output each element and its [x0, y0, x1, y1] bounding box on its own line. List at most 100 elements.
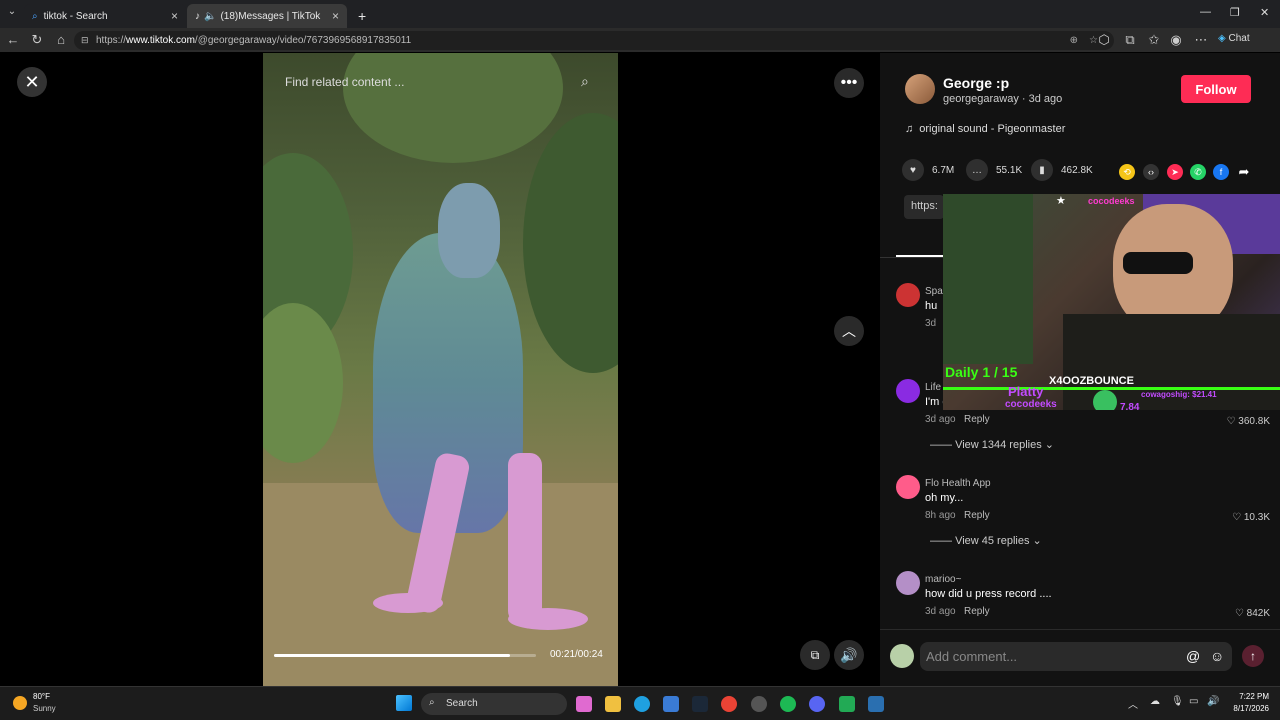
steam-icon[interactable] [692, 696, 708, 712]
previous-video-button[interactable]: ︿ [834, 316, 864, 346]
comment-like[interactable]: ♡ 842K [1235, 608, 1270, 619]
video-player[interactable]: Find related content ... ⌕ 00:21/00:24 [263, 53, 618, 686]
xbox-icon[interactable] [839, 696, 855, 712]
commenter-avatar[interactable] [896, 475, 920, 499]
follow-button[interactable]: Follow [1181, 75, 1251, 103]
tab-list-icon[interactable]: ⌄ [4, 6, 20, 17]
whatsapp-icon[interactable]: ✆ [1190, 164, 1206, 180]
find-related-label: Find related content [285, 75, 392, 89]
bookmark-icon[interactable]: ▮ [1031, 159, 1053, 181]
favorites-icon[interactable]: ✩ [1146, 32, 1162, 48]
reply-button[interactable]: Reply [964, 606, 990, 617]
send-icon[interactable]: ➤ [1167, 164, 1183, 180]
microphone-icon[interactable]: 🎙 [1171, 696, 1184, 707]
new-tab-button[interactable]: + [350, 4, 370, 28]
like-stat[interactable]: ♥ 6.7M [902, 159, 954, 181]
commenter-name[interactable]: Life [925, 382, 941, 393]
spotify-icon[interactable] [780, 696, 796, 712]
stream-webcam-overlay: cocodeeks ★ Daily 1 / 15 X4OOZBOUNCE Pla… [943, 194, 1280, 410]
commenter-avatar[interactable] [896, 379, 920, 403]
comment-like[interactable]: ♡ 10.3K [1232, 512, 1270, 523]
heart-outline-icon: ♡ [1232, 512, 1242, 523]
store-icon[interactable] [663, 696, 679, 712]
reply-button[interactable]: Reply [964, 414, 990, 425]
chrome-icon[interactable] [721, 696, 737, 712]
view-replies-button[interactable]: —— View 1344 replies ⌄ [930, 438, 1054, 451]
commenter-name[interactable]: Flo Health App [925, 478, 991, 489]
comment-stat[interactable]: … 55.1K [966, 159, 1022, 181]
copilot-taskbar-icon[interactable] [576, 696, 592, 712]
close-tab-icon[interactable]: × [332, 9, 339, 23]
speaker-icon[interactable]: 🔈 [204, 11, 216, 22]
comment-icon[interactable]: … [966, 159, 988, 181]
tab-search[interactable]: ⌕ tiktok - Search × [24, 4, 186, 28]
commenter-name[interactable]: marioo~ [925, 574, 961, 585]
url-prefix: https:// [96, 35, 127, 46]
more-options-button[interactable]: ••• [834, 68, 864, 98]
weather-temp[interactable]: 80°F [33, 692, 50, 701]
commenter-avatar[interactable] [896, 571, 920, 595]
comment-like[interactable]: ♡ 360.8K [1227, 416, 1270, 427]
post-age: 3d ago [1028, 93, 1063, 105]
embed-icon[interactable]: ‹› [1143, 164, 1159, 180]
save-stat[interactable]: ▮ 462.8K [1031, 159, 1093, 181]
restore-icon[interactable]: ❐ [1230, 6, 1240, 19]
home-icon[interactable]: ⌂ [53, 32, 69, 47]
star-icon: ★ [1056, 195, 1066, 207]
taskbar-search[interactable]: ⌕ Search [421, 693, 567, 715]
author-handle[interactable]: georgegaraway [943, 93, 1019, 105]
tab-messages[interactable]: ♪ 🔈 (18)Messages | TikTok × [187, 4, 347, 28]
comment-age: 3d ago [925, 606, 956, 617]
tray-chevron-icon[interactable]: ︿ [1128, 696, 1138, 711]
emoji-icon[interactable]: ☺ [1210, 648, 1224, 664]
zoom-icon[interactable]: ⊕ [1070, 35, 1078, 46]
app-icon[interactable] [751, 696, 767, 712]
author-name[interactable]: George :p [943, 75, 1009, 91]
author-avatar[interactable] [905, 74, 935, 104]
repost-icon[interactable]: ⟲ [1119, 164, 1135, 180]
discord-icon[interactable] [809, 696, 825, 712]
profile-icon[interactable]: ◉ [1168, 32, 1184, 48]
commenter-name[interactable]: Spa [925, 286, 943, 297]
facebook-icon[interactable]: f [1213, 164, 1229, 180]
volume-tray-icon[interactable]: 🔊 [1207, 696, 1219, 707]
foliage [523, 113, 618, 373]
commenter-avatar[interactable] [896, 283, 920, 307]
find-related-content[interactable]: Find related content ... [285, 75, 404, 89]
heart-outline-icon: ♡ [1226, 416, 1236, 427]
extensions-icon[interactable]: ⬡ [1096, 32, 1112, 48]
weather-sun-icon[interactable] [13, 696, 27, 710]
post-comment-button[interactable]: ↑ [1242, 645, 1264, 667]
sunglasses [1123, 252, 1193, 274]
close-tab-icon[interactable]: × [171, 9, 178, 23]
back-icon[interactable]: ← [5, 32, 21, 47]
floating-player-button[interactable]: ⧉ [800, 640, 830, 670]
split-screen-icon[interactable]: ⧉ [1122, 32, 1138, 48]
edge-icon[interactable] [634, 696, 650, 712]
close-window-icon[interactable]: ✕ [1260, 6, 1269, 19]
cloud-icon[interactable]: ☁ [1150, 696, 1160, 707]
copy-link-field[interactable]: https: [904, 195, 944, 219]
mention-icon[interactable]: @ [1186, 648, 1200, 664]
share-arrow-icon[interactable]: ➦ [1236, 164, 1252, 180]
view-replies-button[interactable]: —— View 45 replies ⌄ [930, 534, 1042, 547]
minimize-icon[interactable]: — [1200, 6, 1211, 18]
refresh-icon[interactable]: ↻ [29, 32, 45, 48]
start-button[interactable] [396, 695, 412, 711]
copilot-chat-button[interactable]: ◈ Chat [1218, 33, 1250, 44]
search-icon[interactable]: ⌕ [581, 73, 589, 90]
network-icon[interactable]: ▭ [1189, 696, 1198, 707]
file-explorer-icon[interactable] [605, 696, 621, 712]
close-video-button[interactable]: ✕ [17, 67, 47, 97]
clock-time[interactable]: 7:22 PM [1229, 692, 1269, 701]
heart-icon[interactable]: ♥ [902, 159, 924, 181]
steam-running-icon[interactable] [868, 696, 884, 712]
reply-button[interactable]: Reply [964, 510, 990, 521]
comment-age: 3d ago [925, 414, 956, 425]
sound-link[interactable]: ♫ original sound - Pigeonmaster [905, 123, 1065, 135]
site-info-icon[interactable]: ⊟ [81, 35, 89, 46]
more-options-icon[interactable]: ⋯ [1193, 32, 1209, 48]
clock-date[interactable]: 8/17/2026 [1225, 704, 1269, 713]
volume-button[interactable]: 🔊 [834, 640, 864, 670]
url-field[interactable]: ⊟ https://www.tiktok.com/@georgegaraway/… [74, 31, 1114, 50]
